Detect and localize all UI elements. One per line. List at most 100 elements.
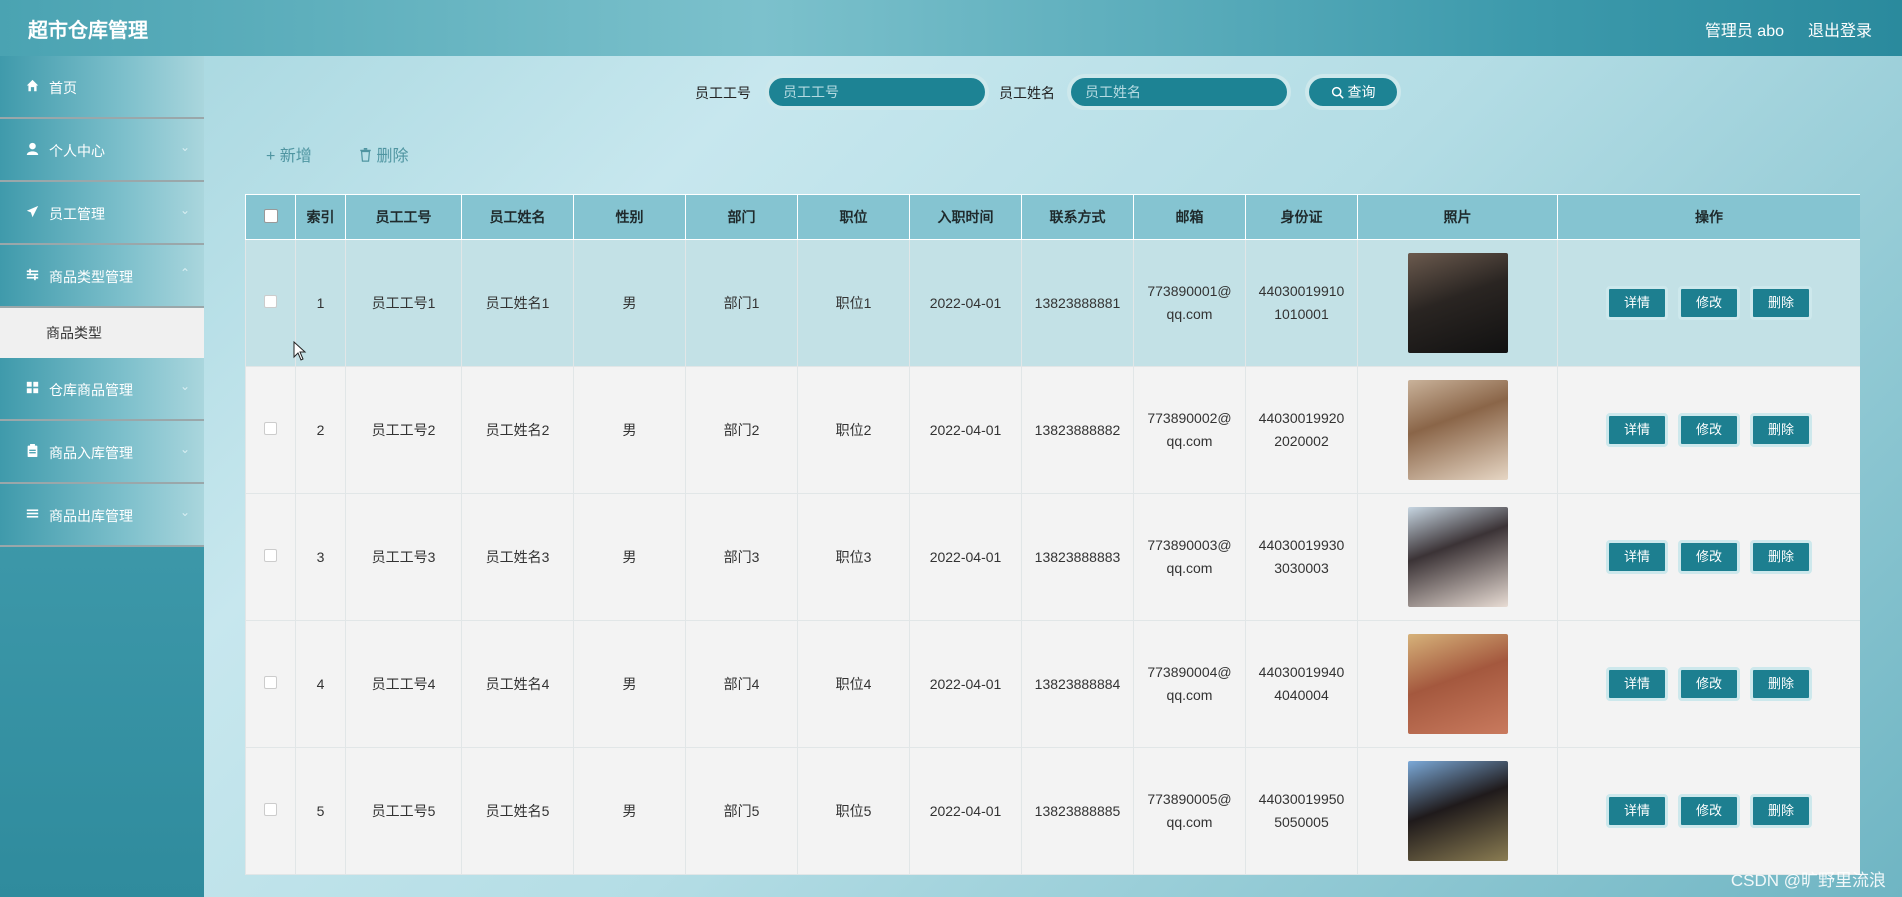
cell-phone: 13823888883 — [1021, 493, 1134, 621]
cell-id-card: 440300199202020002 — [1258, 410, 1345, 449]
column-header: 员工工号 — [345, 194, 462, 240]
search-button[interactable]: 查询 — [1305, 74, 1401, 110]
cell-phone: 13823888882 — [1021, 366, 1134, 494]
cell-date: 2022-04-01 — [909, 620, 1022, 748]
chevron-up-icon: ⌃ — [179, 266, 190, 280]
edit-button[interactable]: 修改 — [1678, 286, 1740, 320]
row-checkbox[interactable] — [264, 803, 277, 816]
cell-index: 3 — [295, 493, 346, 621]
cell-gender: 男 — [573, 239, 686, 367]
sidebar-item-label: 商品入库管理 — [49, 445, 133, 461]
cell-position: 职位4 — [797, 620, 910, 748]
cell-date: 2022-04-01 — [909, 239, 1022, 367]
send-icon — [24, 205, 40, 221]
cell-position: 职位5 — [797, 747, 910, 875]
cell-name: 员工姓名4 — [461, 620, 574, 748]
column-header: 索引 — [295, 194, 346, 240]
sidebar-item-outbound[interactable]: 商品出库管理 ⌄ — [0, 484, 204, 547]
add-button[interactable]: + 新增 — [266, 142, 312, 166]
cell-dept: 部门4 — [685, 620, 798, 748]
row-checkbox[interactable] — [264, 295, 277, 308]
edit-button[interactable]: 修改 — [1678, 540, 1740, 574]
cell-id-card: 440300199505050005 — [1258, 791, 1345, 830]
sidebar-item-label: 商品出库管理 — [49, 508, 133, 524]
sidebar-item-home[interactable]: 首页 — [0, 56, 204, 119]
select-all-checkbox[interactable] — [263, 208, 278, 223]
table-row: 2 员工工号2 员工姓名2 男 部门2 职位2 2022-04-01 13823… — [245, 366, 1860, 494]
cell-emp-no: 员工工号4 — [345, 620, 462, 748]
emp-name-input[interactable] — [1067, 74, 1291, 110]
cell-name: 员工姓名2 — [461, 366, 574, 494]
delete-button[interactable]: 删除 — [1750, 794, 1812, 828]
admin-label: 管理员 abo — [1704, 23, 1784, 40]
sidebar-item-employee[interactable]: 员工管理 ⌄ — [0, 182, 204, 245]
sidebar-item-inbound[interactable]: 商品入库管理 ⌄ — [0, 421, 204, 484]
detail-button[interactable]: 详情 — [1606, 667, 1668, 701]
sidebar-subitem-product-type[interactable]: 商品类型 — [0, 308, 204, 358]
column-header: 性别 — [573, 194, 686, 240]
sidebar-item-label: 仓库商品管理 — [49, 382, 133, 398]
row-checkbox[interactable] — [264, 549, 277, 562]
top-header: 超市仓库管理 管理员 abo 退出登录 — [0, 0, 1902, 56]
delete-button[interactable]: 删除 — [1750, 286, 1812, 320]
emp-name-label: 员工姓名 — [999, 85, 1055, 101]
column-header: 入职时间 — [909, 194, 1022, 240]
edit-button[interactable]: 修改 — [1678, 794, 1740, 828]
detail-button[interactable]: 详情 — [1606, 794, 1668, 828]
sidebar-item-warehouse[interactable]: 仓库商品管理 ⌄ — [0, 358, 204, 421]
sidebar-item-label: 个人中心 — [49, 143, 105, 159]
employee-table: 索引 员工工号 员工姓名 性别 部门 职位 入职时间 联系方式 邮箱 身份证 照… — [245, 194, 1860, 897]
cell-emp-no: 员工工号2 — [345, 366, 462, 494]
cell-id-card: 440300199303030003 — [1258, 537, 1345, 576]
cell-name: 员工姓名5 — [461, 747, 574, 875]
sidebar-item-label: 员工管理 — [49, 206, 105, 222]
chevron-down-icon: ⌄ — [179, 505, 190, 519]
row-checkbox[interactable] — [264, 676, 277, 689]
logout-link[interactable]: 退出登录 — [1808, 17, 1872, 41]
cell-date: 2022-04-01 — [909, 366, 1022, 494]
chevron-down-icon: ⌄ — [179, 379, 190, 393]
table-row: 5 员工工号5 员工姓名5 男 部门5 职位5 2022-04-01 13823… — [245, 747, 1860, 875]
cell-phone: 13823888881 — [1021, 239, 1134, 367]
sidebar-item-personal[interactable]: 个人中心 ⌄ — [0, 119, 204, 182]
cell-email: 773890002@qq.com — [1147, 410, 1232, 449]
detail-button[interactable]: 详情 — [1606, 286, 1668, 320]
plus-icon: + — [266, 148, 280, 165]
delete-button[interactable]: 删除 — [1750, 667, 1812, 701]
cell-position: 职位1 — [797, 239, 910, 367]
delete-button[interactable]: 删除 — [1750, 413, 1812, 447]
watermark: CSDN @旷野里流浪 — [1730, 871, 1886, 890]
app-title: 超市仓库管理 — [28, 20, 148, 42]
search-icon — [1331, 86, 1344, 99]
emp-no-input[interactable] — [765, 74, 989, 110]
clipboard-icon — [24, 444, 40, 460]
table-row: 4 员工工号4 员工姓名4 男 部门4 职位4 2022-04-01 13823… — [245, 620, 1860, 748]
cell-emp-no: 员工工号3 — [345, 493, 462, 621]
emp-no-label: 员工工号 — [695, 85, 751, 101]
batch-delete-button[interactable]: 删除 — [359, 142, 408, 166]
employee-photo — [1407, 253, 1508, 353]
cell-email: 773890001@qq.com — [1147, 283, 1232, 322]
chevron-down-icon: ⌄ — [179, 140, 190, 154]
delete-button[interactable]: 删除 — [1750, 540, 1812, 574]
trash-icon — [360, 148, 371, 162]
edit-button[interactable]: 修改 — [1678, 667, 1740, 701]
column-header: 员工姓名 — [461, 194, 574, 240]
mouse-cursor-icon — [293, 341, 307, 361]
detail-button[interactable]: 详情 — [1606, 540, 1668, 574]
employee-photo — [1407, 634, 1508, 734]
row-checkbox[interactable] — [264, 422, 277, 435]
user-icon — [24, 142, 40, 158]
cell-dept: 部门1 — [685, 239, 798, 367]
column-header: 部门 — [685, 194, 798, 240]
add-button-label: 新增 — [279, 148, 312, 165]
delete-button-label: 删除 — [376, 148, 409, 165]
cell-phone: 13823888885 — [1021, 747, 1134, 875]
cell-position: 职位2 — [797, 366, 910, 494]
cell-email: 773890003@qq.com — [1147, 537, 1232, 576]
sidebar-item-product-type[interactable]: 商品类型管理 ⌃ — [0, 245, 204, 308]
edit-button[interactable]: 修改 — [1678, 413, 1740, 447]
detail-button[interactable]: 详情 — [1606, 413, 1668, 447]
cell-gender: 男 — [573, 366, 686, 494]
table-row: 3 员工工号3 员工姓名3 男 部门3 职位3 2022-04-01 13823… — [245, 493, 1860, 621]
